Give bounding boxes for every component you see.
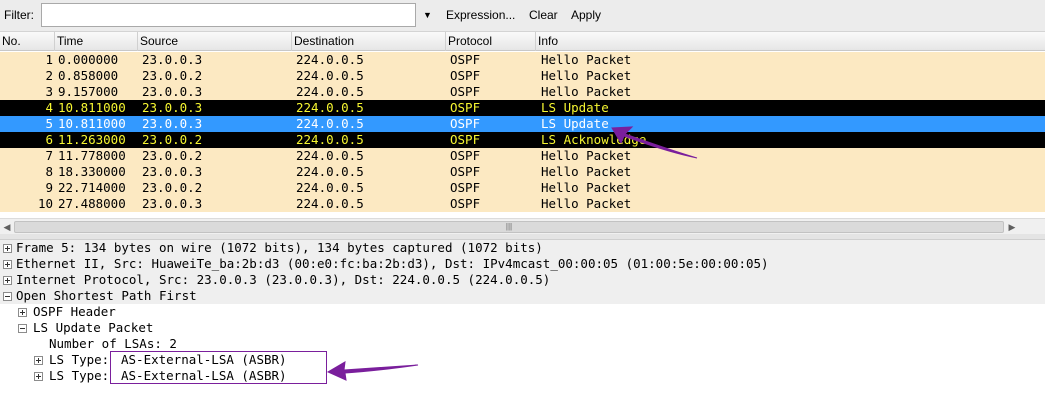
arrow-to-packet-5-icon bbox=[611, 126, 698, 159]
annotation-arrows bbox=[326, 126, 698, 381]
arrow-to-lsa-box-icon bbox=[326, 361, 419, 381]
